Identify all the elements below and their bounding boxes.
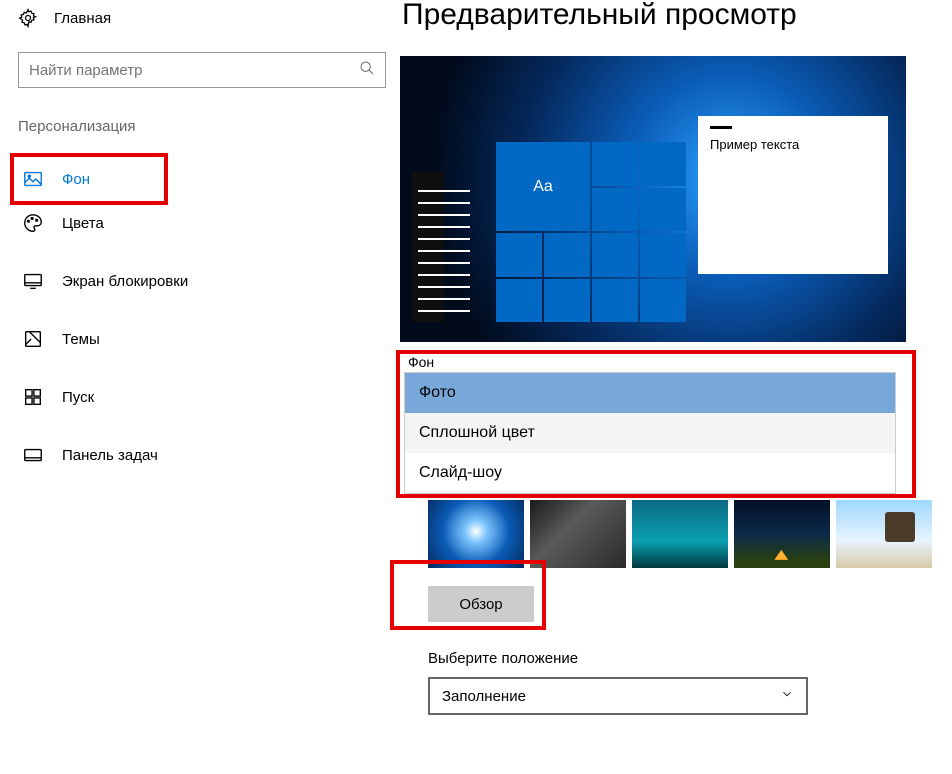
palette-icon: [22, 212, 44, 234]
home-row[interactable]: Главная: [18, 0, 382, 34]
position-select[interactable]: Заполнение: [428, 677, 808, 715]
background-dropdown-section: Фон Фото Сплошной цвет Слайд-шоу: [400, 354, 906, 494]
search-input[interactable]: [29, 62, 359, 79]
preview-title: Предварительный просмотр: [402, 0, 932, 32]
wallpaper-thumb[interactable]: [632, 500, 728, 568]
tile-sample: Aa: [496, 142, 590, 231]
chevron-down-icon: [780, 687, 794, 705]
sidebar-item-label: Панель задач: [62, 447, 158, 464]
section-title: Персонализация: [18, 118, 382, 135]
sidebar-item-themes[interactable]: Темы: [18, 317, 382, 361]
start-icon: [22, 386, 44, 408]
desktop-preview: Aa Пример текста: [400, 56, 906, 342]
wallpaper-thumb[interactable]: [530, 500, 626, 568]
sidebar-item-label: Цвета: [62, 215, 104, 232]
taskbar-icon: [22, 444, 44, 466]
gear-icon: [18, 8, 38, 28]
sidebar-item-label: Пуск: [62, 389, 94, 406]
search-icon: [359, 60, 375, 80]
sample-text: Пример текста: [710, 137, 799, 152]
sidebar-nav: Фон Цвета Экран блокировки: [18, 157, 382, 477]
position-label: Выберите положение: [428, 650, 932, 667]
background-dropdown-open[interactable]: Фото Сплошной цвет Слайд-шоу: [404, 372, 896, 494]
sample-text-card: Пример текста: [698, 116, 888, 274]
sidebar-item-colors[interactable]: Цвета: [18, 201, 382, 245]
themes-icon: [22, 328, 44, 350]
dropdown-option-slideshow[interactable]: Слайд-шоу: [405, 453, 895, 493]
sidebar-item-label: Экран блокировки: [62, 273, 188, 290]
position-value: Заполнение: [442, 688, 526, 705]
sidebar-item-background[interactable]: Фон: [18, 157, 168, 201]
wallpaper-thumb[interactable]: [836, 500, 932, 568]
home-label: Главная: [54, 10, 111, 27]
recent-images: [428, 500, 932, 568]
dropdown-option-solid[interactable]: Сплошной цвет: [405, 413, 895, 453]
lockscreen-icon: [22, 270, 44, 292]
wallpaper-thumb[interactable]: [428, 500, 524, 568]
browse-button[interactable]: Обзор: [428, 586, 534, 622]
dropdown-option-photo[interactable]: Фото: [405, 373, 895, 413]
sidebar-item-lockscreen[interactable]: Экран блокировки: [18, 259, 382, 303]
main-content: Предварительный просмотр Aa Пример текст…: [400, 0, 952, 715]
sidebar-item-start[interactable]: Пуск: [18, 375, 382, 419]
wallpaper-thumb[interactable]: [734, 500, 830, 568]
search-box[interactable]: [18, 52, 386, 88]
picture-icon: [22, 168, 44, 190]
background-label: Фон: [400, 354, 906, 370]
sidebar-item-label: Фон: [62, 171, 90, 188]
sidebar-item-label: Темы: [62, 331, 100, 348]
settings-sidebar: Главная Персонализация Фон: [0, 0, 400, 715]
sidebar-item-taskbar[interactable]: Панель задач: [18, 433, 382, 477]
